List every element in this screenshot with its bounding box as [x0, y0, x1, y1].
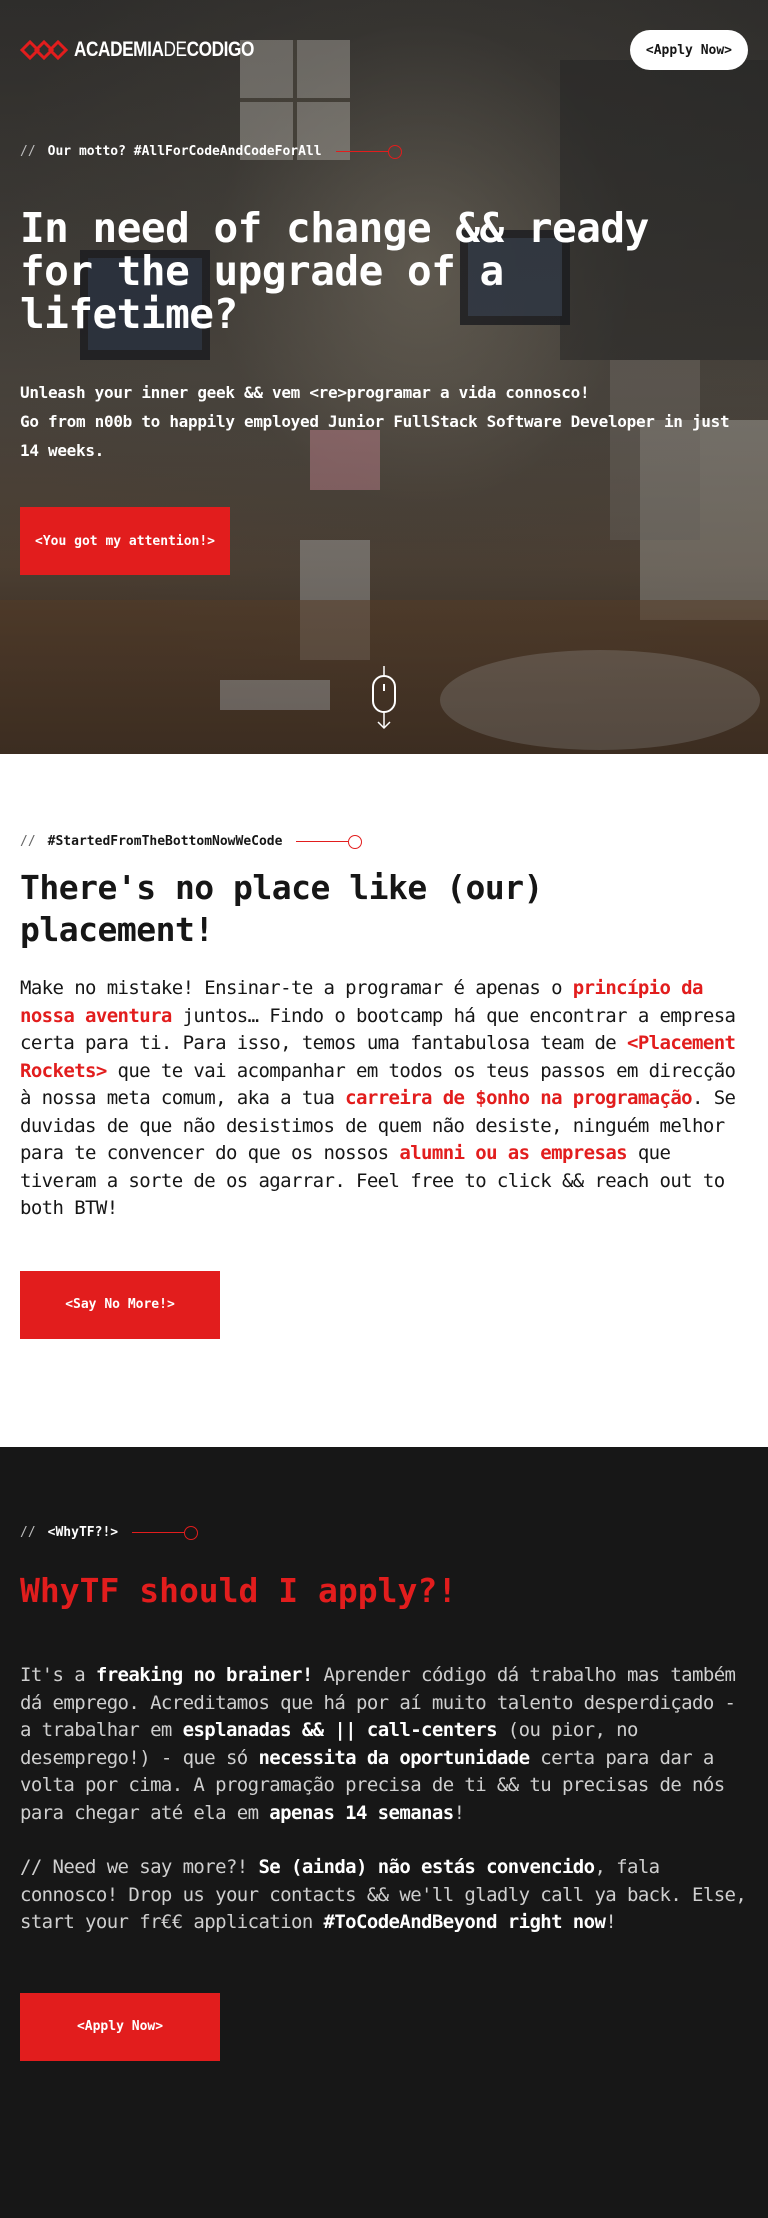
why-bold: necessita da oportunidade — [258, 1746, 530, 1769]
why-title: WhyTF should I apply?! — [20, 1571, 458, 1610]
brand-word-1: ACADEMIA — [74, 38, 164, 61]
brand-wordmark: ACADEMIADECODIGO — [74, 38, 254, 62]
tagline-slashes: // — [20, 834, 36, 849]
why-bold: apenas 14 semanas — [269, 1801, 454, 1824]
tagline-dot-icon — [335, 144, 402, 159]
tagline-text: <WhyTF?!> — [47, 1525, 119, 1540]
alumni-companies-link[interactable]: alumni ou as empresas — [399, 1142, 627, 1164]
placement-body: Make no mistake! Ensinar-te a programar … — [20, 975, 748, 1223]
why-bold: esplanadas && || call-centers — [182, 1719, 498, 1741]
placement-title: There's no place like (our) placement! — [20, 868, 543, 949]
hero-lead: Unleash your inner geek && vem <re>progr… — [20, 378, 748, 465]
hero-content: // Our motto? #AllForCodeAndCodeForAll I… — [20, 144, 748, 575]
placement-tagline: // #StartedFromTheBottomNowWeCode — [20, 834, 748, 849]
brand-word-2: DE — [163, 38, 188, 61]
tagline-slashes: // — [20, 1525, 36, 1540]
hero-tagline: // Our motto? #AllForCodeAndCodeForAll — [20, 144, 748, 159]
top-navigation: ACADEMIADECODIGO <Apply Now> — [0, 0, 768, 100]
why-text: ! — [453, 1801, 465, 1824]
hero-title: In need of change && ready for the upgra… — [20, 204, 649, 338]
tagline-dot-icon — [296, 834, 363, 849]
tagline-text: Our motto? #AllForCodeAndCodeForAll — [47, 144, 322, 159]
brand-logo[interactable]: ACADEMIADECODIGO — [20, 37, 294, 63]
scroll-mouse-icon[interactable] — [367, 666, 401, 732]
attention-cta-button[interactable]: <You got my attention!> — [20, 507, 231, 575]
why-bold: Se (ainda) não estás convencido — [258, 1856, 595, 1878]
hero-lead-line-2: Go from n00b to happily employed Junior … — [20, 412, 730, 460]
placement-text-1: Make no mistake! Ensinar-te a programar … — [20, 977, 573, 999]
logo-mark-icon — [20, 39, 69, 61]
hero-lead-line-1: Unleash your inner geek && vem <re>progr… — [20, 383, 590, 402]
placement-section: // #StartedFromTheBottomNowWeCode There'… — [0, 754, 768, 1447]
why-bold: #ToCodeAndBeyond right now — [323, 1911, 606, 1933]
why-section: // <WhyTF?!> WhyTF should I apply?! It's… — [0, 1447, 768, 2218]
say-no-more-button[interactable]: <Say No More!> — [20, 1270, 220, 1339]
why-paragraph-2: // Need we say more?! Se (ainda) não est… — [20, 1854, 748, 1937]
why-text: ! — [605, 1911, 617, 1933]
apply-now-button[interactable]: <Apply Now> — [629, 30, 748, 70]
why-paragraph-1: It's a freaking no brainer! Aprender cód… — [20, 1662, 748, 1827]
tagline-dot-icon — [132, 1525, 199, 1540]
apply-now-bottom-button[interactable]: <Apply Now> — [20, 1992, 220, 2061]
why-tagline: // <WhyTF?!> — [20, 1525, 748, 1540]
why-text: // Need we say more?! — [20, 1856, 259, 1878]
why-bold: freaking no brainer! — [95, 1664, 313, 1686]
brand-word-3: CODIGO — [186, 38, 255, 61]
tagline-slashes: // — [20, 144, 36, 159]
why-text: It's a — [20, 1664, 96, 1686]
hero-section: ACADEMIADECODIGO <Apply Now> // Our mott… — [0, 0, 768, 754]
dream-career-link[interactable]: carreira de $onho na programação — [345, 1087, 692, 1109]
tagline-text: #StartedFromTheBottomNowWeCode — [47, 834, 283, 849]
